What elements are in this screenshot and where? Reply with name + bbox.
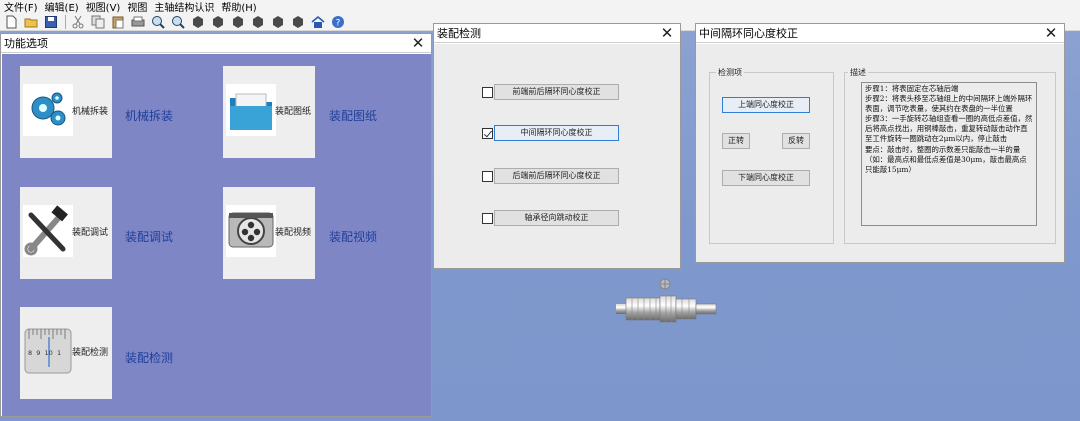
help-icon[interactable]: ? — [330, 14, 346, 30]
close-icon[interactable]: ✕ — [660, 25, 674, 41]
print-icon[interactable] — [130, 14, 146, 30]
cube-icon[interactable] — [190, 14, 206, 30]
cube-icon[interactable] — [210, 14, 226, 30]
menu-spindle-structure[interactable]: 主轴结构认识 — [154, 0, 214, 14]
ruler-icon: 8 9 10 1 — [24, 328, 72, 374]
front-spacer-button[interactable]: 前端前后隔环同心度校正 — [494, 84, 619, 100]
middle-spacer-button[interactable]: 中间隔环同心度校正 — [494, 125, 619, 141]
film-reel-icon — [226, 205, 276, 257]
open-icon[interactable] — [23, 14, 39, 30]
option-row-rear — [482, 168, 493, 184]
checkbox-front[interactable] — [482, 86, 493, 98]
assembly-detection-window: 装配检测 ✕ 前端前后隔环同心度校正 中间隔环同心度校正 后端前后隔环同心度校正… — [433, 23, 681, 269]
tile-assembly-inspection[interactable]: 8 9 10 1 装配检测 — [20, 307, 112, 399]
bearing-runout-button[interactable]: 轴承径向跳动校正 — [494, 210, 619, 226]
detect-items-title: 检测项 — [716, 67, 744, 78]
gears-icon — [23, 84, 73, 136]
rotate-reverse-button[interactable]: 反转 — [782, 133, 810, 149]
copy-icon[interactable] — [90, 14, 106, 30]
tile-mechanical-disassembly[interactable]: 机械拆装 — [20, 66, 112, 158]
tile-label: 装配视频 — [275, 228, 312, 238]
assembly-detection-titlebar: 装配检测 ✕ — [434, 24, 680, 43]
cube-icon[interactable] — [230, 14, 246, 30]
concentricity-title: 中间隔环同心度校正 — [699, 27, 798, 40]
tile-label: 装配检测 — [72, 348, 109, 358]
zoom-in-icon[interactable] — [150, 14, 166, 30]
function-options-titlebar: 功能选项 ✕ — [1, 34, 431, 53]
option-row-middle — [482, 125, 493, 141]
tile-label: 机械拆装 — [72, 107, 109, 117]
assembly-detection-title: 装配检测 — [437, 27, 481, 40]
tile-assembly-video[interactable]: 装配视频 — [223, 187, 315, 279]
caption-assembly-debugging[interactable]: 装配调试 — [125, 228, 173, 245]
tile-assembly-drawings[interactable]: 装配图纸 — [223, 66, 315, 158]
rear-spacer-button[interactable]: 后端前后隔环同心度校正 — [494, 168, 619, 184]
upper-concentricity-button[interactable]: 上端同心度校正 — [722, 97, 810, 113]
option-row-front — [482, 84, 493, 100]
menu-help[interactable]: 帮助(H) — [221, 0, 256, 14]
menu-view[interactable]: 视图(V) — [86, 0, 121, 14]
concentricity-titlebar: 中间隔环同心度校正 ✕ — [696, 24, 1064, 43]
tile-assembly-debugging[interactable]: 装配调试 — [20, 187, 112, 279]
cube-icon[interactable] — [270, 14, 286, 30]
tile-label: 装配图纸 — [275, 107, 312, 117]
cube-icon[interactable] — [250, 14, 266, 30]
toolbar-separator — [65, 14, 66, 29]
paste-icon[interactable] — [110, 14, 126, 30]
menu-edit[interactable]: 编辑(E) — [45, 0, 79, 14]
function-options-panel: 机械拆装 机械拆装 装配图纸 装配图纸 装配调试 装配调试 装配视频 装配视频 … — [2, 54, 431, 416]
spindle-pivot-icon — [659, 278, 671, 290]
menu-file[interactable]: 文件(F) — [4, 0, 38, 14]
caption-assembly-inspection[interactable]: 装配检测 — [125, 349, 173, 366]
cut-icon[interactable] — [70, 14, 86, 30]
new-icon[interactable] — [3, 14, 19, 30]
spindle-model — [616, 278, 717, 323]
ruler-digits: 8 9 10 1 — [28, 349, 61, 357]
menu-view-2[interactable]: 视图 — [127, 0, 147, 14]
cube-icon[interactable] — [290, 14, 306, 30]
zoom-out-icon[interactable] — [170, 14, 186, 30]
close-icon[interactable]: ✕ — [411, 35, 425, 51]
description-title: 描述 — [848, 67, 868, 78]
tile-label: 装配调试 — [72, 228, 109, 238]
svg-text:?: ? — [336, 18, 341, 28]
concentricity-correction-window: 中间隔环同心度校正 ✕ 检测项 描述 上端同心度校正 正转 反转 下端同心度校正… — [695, 23, 1065, 263]
function-options-window: 功能选项 ✕ 机械拆装 机械拆装 装配图纸 装配图纸 装配调试 装配调试 装配视… — [0, 33, 432, 417]
caption-assembly-video[interactable]: 装配视频 — [329, 228, 377, 245]
caption-assembly-drawings[interactable]: 装配图纸 — [329, 107, 377, 124]
description-text: 步骤1：将表固定在芯轴后端 步骤2：将表头移至芯轴组上的中间隔环上端外隔环表面，… — [861, 82, 1037, 226]
function-options-title: 功能选项 — [4, 37, 48, 50]
rotate-forward-button[interactable]: 正转 — [722, 133, 750, 149]
close-icon[interactable]: ✕ — [1044, 25, 1058, 41]
checkbox-middle[interactable] — [482, 127, 493, 139]
tools-icon — [23, 205, 73, 257]
menu-bar: 文件(F) 编辑(E) 视图(V) 视图 主轴结构认识 帮助(H) — [0, 0, 1080, 14]
folder-icon — [226, 84, 276, 136]
option-row-bearing — [482, 210, 493, 226]
assembly-detection-body: 前端前后隔环同心度校正 中间隔环同心度校正 后端前后隔环同心度校正 轴承径向跳动… — [434, 44, 680, 268]
checkbox-bearing[interactable] — [482, 212, 493, 224]
caption-mechanical-disassembly[interactable]: 机械拆装 — [125, 107, 173, 124]
lower-concentricity-button[interactable]: 下端同心度校正 — [722, 170, 810, 186]
save-icon[interactable] — [43, 14, 59, 30]
checkbox-rear[interactable] — [482, 170, 493, 182]
home-icon[interactable] — [310, 14, 326, 30]
